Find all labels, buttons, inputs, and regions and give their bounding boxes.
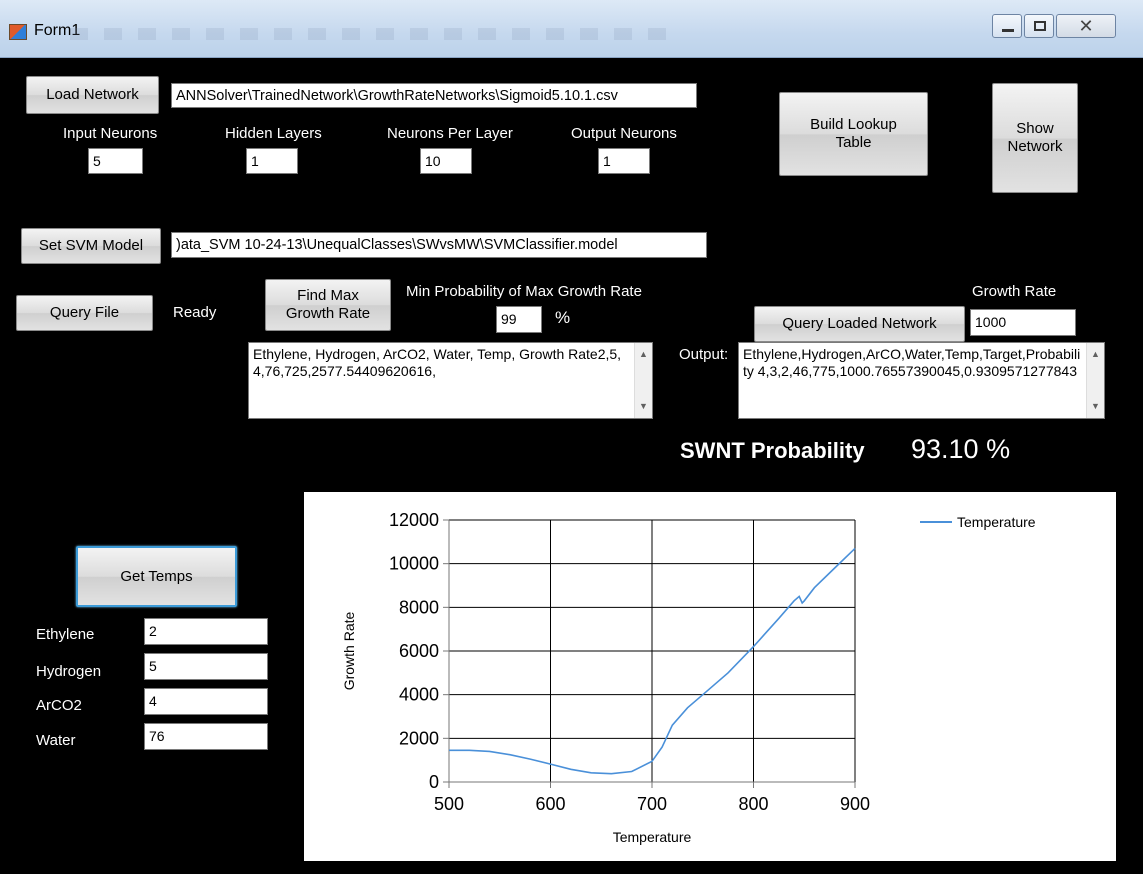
arco2-field[interactable]: 4 [144, 688, 268, 715]
output-label: Output: [679, 346, 729, 363]
app-icon [9, 24, 27, 40]
y-tick-label: 4000 [399, 685, 439, 705]
x-tick-label: 500 [434, 794, 464, 814]
ethylene-label: Ethylene [36, 626, 95, 643]
min-probability-label: Min Probability of Max Growth Rate [406, 283, 642, 300]
x-axis-title: Temperature [613, 829, 692, 845]
legend-label: Temperature [957, 514, 1036, 530]
input-neurons-label: Input Neurons [63, 125, 158, 142]
y-tick-label: 0 [429, 772, 439, 792]
growth-rate-label: Growth Rate [972, 283, 1057, 300]
min-probability-field[interactable]: 99 [496, 306, 542, 333]
output-scrollbar[interactable]: ▲ ▼ [1086, 343, 1104, 418]
scroll-down-icon[interactable]: ▼ [1087, 398, 1104, 415]
hidden-layers-field[interactable]: 1 [246, 148, 298, 174]
neurons-per-layer-label: Neurons Per Layer [387, 125, 513, 142]
x-tick-label: 900 [840, 794, 870, 814]
swnt-probability-label: SWNT Probability [680, 438, 865, 463]
output-neurons-field[interactable]: 1 [598, 148, 650, 174]
query-loaded-network-button[interactable]: Query Loaded Network [754, 306, 965, 342]
neurons-per-layer-field[interactable]: 10 [420, 148, 472, 174]
get-temps-button[interactable]: Get Temps [76, 546, 237, 607]
status-label: Ready [173, 304, 217, 321]
show-network-button[interactable]: Show Network [992, 83, 1078, 193]
y-tick-label: 10000 [389, 554, 439, 574]
ethylene-field[interactable]: 2 [144, 618, 268, 645]
hydrogen-field[interactable]: 5 [144, 653, 268, 680]
x-tick-label: 700 [637, 794, 667, 814]
output-neurons-label: Output Neurons [571, 125, 677, 142]
growth-rate-field[interactable]: 1000 [970, 309, 1076, 336]
input-scrollbar[interactable]: ▲ ▼ [634, 343, 652, 418]
input-neurons-field[interactable]: 5 [88, 148, 143, 174]
minimize-button[interactable] [992, 14, 1022, 38]
percent-sign-label: % [555, 308, 571, 327]
query-file-button[interactable]: Query File [16, 295, 153, 331]
set-svm-model-button[interactable]: Set SVM Model [21, 228, 161, 264]
chart-svg: 500 600 700 800 900 0 2000 4000 6000 8000 10000 120… [341, 510, 1036, 845]
scroll-down-icon[interactable]: ▼ [635, 398, 652, 415]
svm-model-path-field[interactable]: )ata_SVM 10-24-13\UnequalClasses\SWvsMW\… [171, 232, 707, 258]
background-toolbar-ghost [70, 28, 670, 40]
x-tick-label: 600 [535, 794, 565, 814]
maximize-icon [1034, 21, 1046, 31]
y-tick-label: 12000 [389, 510, 439, 530]
title-bar: Form1 ✕ [0, 0, 1143, 58]
scroll-up-icon[interactable]: ▲ [635, 346, 652, 363]
output-text: Ethylene,Hydrogen,ArCO,Water,Temp,Target… [743, 346, 1081, 379]
hidden-layers-label: Hidden Layers [225, 125, 322, 142]
x-tick-label: 800 [738, 794, 768, 814]
y-tick-label: 8000 [399, 597, 439, 617]
input-text: Ethylene, Hydrogen, ArCO2, Water, Temp, … [253, 346, 622, 379]
water-label: Water [36, 732, 76, 749]
hydrogen-label: Hydrogen [36, 663, 102, 680]
growth-rate-chart: 500 600 700 800 900 0 2000 4000 6000 8000 10000 120… [304, 492, 1116, 861]
network-path-field[interactable]: ANNSolver\TrainedNetwork\GrowthRateNetwo… [171, 83, 697, 108]
close-icon: ✕ [1078, 16, 1094, 36]
close-button[interactable]: ✕ [1056, 14, 1116, 38]
water-field[interactable]: 76 [144, 723, 268, 750]
swnt-probability-value: 93.10 % [911, 434, 1011, 464]
maximize-button[interactable] [1024, 14, 1054, 38]
load-network-button[interactable]: Load Network [26, 76, 159, 114]
build-lookup-table-button[interactable]: Build Lookup Table [779, 92, 928, 176]
y-axis-title: Growth Rate [341, 611, 357, 690]
input-text-area[interactable]: Ethylene, Hydrogen, ArCO2, Water, Temp, … [248, 342, 653, 419]
arco2-label: ArCO2 [36, 697, 82, 714]
scroll-up-icon[interactable]: ▲ [1087, 346, 1104, 363]
output-text-area[interactable]: Ethylene,Hydrogen,ArCO,Water,Temp,Target… [738, 342, 1105, 419]
y-tick-label: 2000 [399, 728, 439, 748]
y-tick-label: 6000 [399, 641, 439, 661]
minimize-icon [1002, 29, 1014, 32]
find-max-growth-rate-button[interactable]: Find Max Growth Rate [265, 279, 391, 331]
